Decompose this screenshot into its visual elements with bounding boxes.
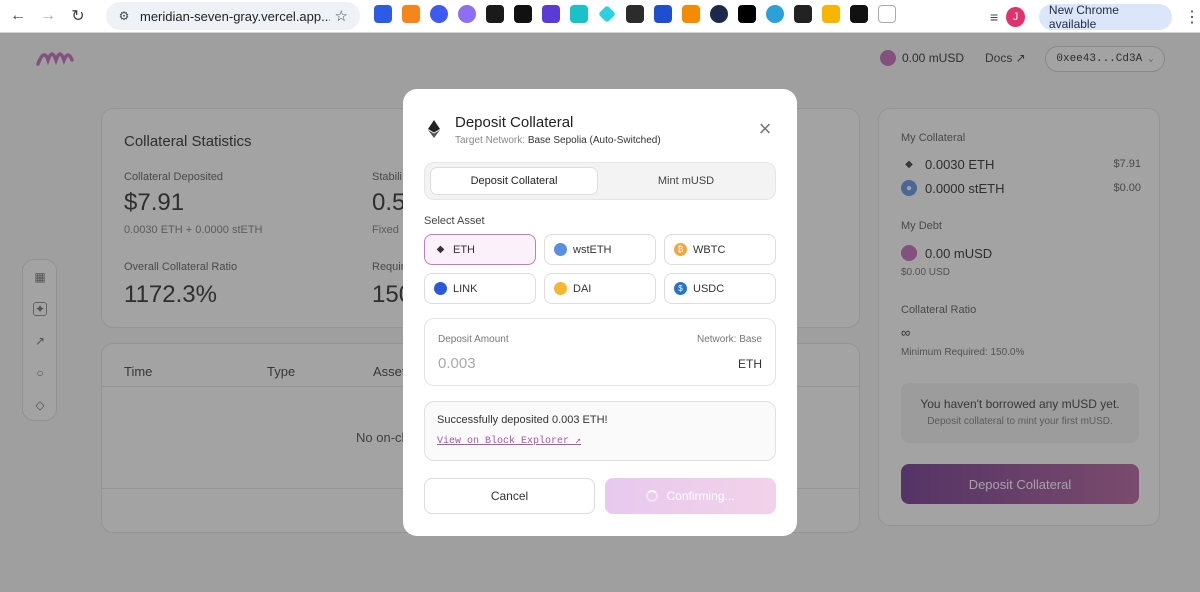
success-message-box: Successfully deposited 0.003 ETH! View o… [424,401,776,461]
usdc-icon: $ [674,282,687,295]
extension-icon[interactable] [794,5,812,23]
extension-icon[interactable] [542,5,560,23]
menu-icon[interactable]: ⋮ [1184,7,1200,27]
confirm-button[interactable]: Confirming... [605,478,776,514]
avatar[interactable]: J [1006,7,1025,27]
wsteth-icon [554,243,567,256]
site-info-icon[interactable]: ⚙ [116,8,132,24]
metamask-icon[interactable] [402,5,420,23]
asset-label: DAI [573,282,592,295]
tab-mint-musd[interactable]: Mint mUSD [601,167,771,195]
asset-label: LINK [453,282,478,295]
asset-option-link[interactable]: LINK [424,273,536,304]
tab-deposit-collateral[interactable]: Deposit Collateral [430,167,598,195]
dai-icon [554,282,567,295]
asset-label: WBTC [693,243,726,256]
deposit-modal: Deposit Collateral Target Network: Base … [403,89,797,536]
link-icon [434,282,447,295]
wbtc-icon: ₿ [674,243,687,256]
extension-icon[interactable] [850,5,868,23]
url-text: meridian-seven-gray.vercel.app... [140,8,330,24]
browser-toolbar: ← → ↻ ⚙ meridian-seven-gray.vercel.app..… [0,0,1200,33]
puzzle-icon[interactable] [878,5,896,23]
success-text: Successfully deposited 0.003 ETH! [437,414,608,426]
extension-icon[interactable] [682,5,700,23]
extension-icon[interactable] [570,5,588,23]
cancel-button[interactable]: Cancel [424,478,595,514]
extension-icon[interactable] [766,5,784,23]
spinner-icon [646,490,659,502]
asset-option-dai[interactable]: DAI [544,273,656,304]
asset-option-wsteth[interactable]: wstETH [544,234,656,265]
extension-icon[interactable] [486,5,504,23]
eth-icon: ◆ [436,244,445,255]
asset-option-usdc[interactable]: $ USDC [664,273,776,304]
extension-icon[interactable] [626,5,644,23]
asset-option-eth[interactable]: ◆ ETH [424,234,536,265]
extension-icon[interactable] [514,5,532,23]
target-network: Target Network: Base Sepolia (Auto-Switc… [455,135,661,146]
extension-icon[interactable] [374,5,392,23]
modal-title: Deposit Collateral [455,114,574,131]
amount-label: Deposit Amount [438,334,509,345]
network-value: Base Sepolia (Auto-Switched) [527,135,661,146]
deposit-amount-box: Deposit Amount Network: Base 0.003 ETH [424,318,776,386]
amount-input[interactable]: 0.003 [438,355,476,372]
select-asset-label: Select Asset [424,215,485,227]
diamond-icon[interactable] [598,5,616,23]
extension-icon[interactable] [654,5,672,23]
amount-network: Network: Base [696,334,762,345]
network-prefix: Target Network: [455,135,526,146]
reading-list-icon[interactable]: ≡ [990,9,998,25]
address-bar[interactable]: ⚙ meridian-seven-gray.vercel.app... ☆ [106,2,360,30]
asset-label: wstETH [573,243,612,256]
extension-icon[interactable] [710,5,728,23]
extension-icon[interactable] [458,5,476,23]
profile-area: ≡ J New Chrome available ⋮ [990,3,1200,31]
bookmark-star-icon[interactable]: ☆ [335,7,348,25]
new-chrome-button[interactable]: New Chrome available [1038,3,1172,31]
confirm-label: Confirming... [666,489,735,503]
close-icon[interactable]: × [755,118,775,140]
asset-option-wbtc[interactable]: ₿ WBTC [664,234,776,265]
extension-icon[interactable] [822,5,840,23]
eth-icon [425,120,443,138]
extension-icon[interactable] [738,5,756,23]
amount-token: ETH [738,357,762,371]
extension-icon[interactable] [430,5,448,23]
block-explorer-link[interactable]: View on Block Explorer ↗ [437,435,581,447]
back-icon[interactable]: ← [6,4,30,28]
forward-icon[interactable]: → [36,4,60,28]
reload-icon[interactable]: ↻ [66,4,90,28]
extensions-row [374,5,896,23]
asset-label: ETH [453,243,475,256]
asset-label: USDC [693,282,725,295]
modal-tabs: Deposit Collateral Mint mUSD [424,162,776,200]
